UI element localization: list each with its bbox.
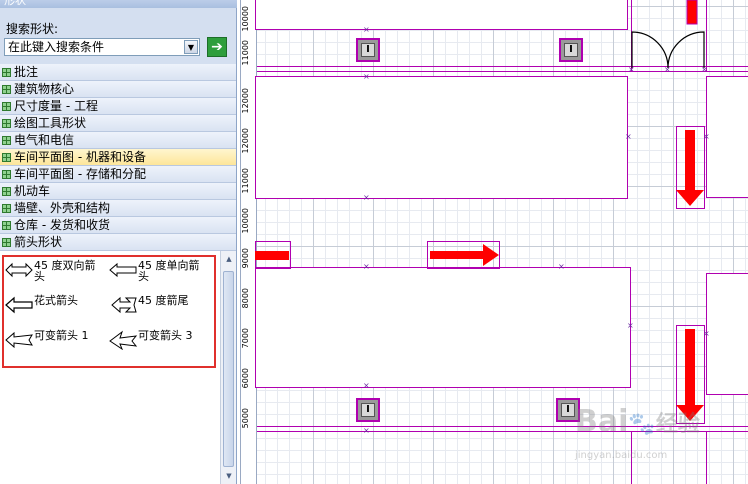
scroll-thumb[interactable] xyxy=(223,271,234,467)
scroll-up-icon[interactable]: ▲ xyxy=(224,254,234,264)
connection-point: × xyxy=(363,25,370,34)
connection-point: × xyxy=(627,321,634,330)
stencil-item[interactable]: 箭头形状 xyxy=(0,234,236,251)
search-input[interactable]: 在此键入搜索条件 ▼ xyxy=(4,38,200,56)
drawing-canvas[interactable]: I I I I × × × × × × × × × × × × × × Bai🐾… xyxy=(255,0,748,484)
ruler-label: 5000 xyxy=(241,408,250,429)
stencil-item[interactable]: 车间平面图 - 存储和分配 xyxy=(0,166,236,183)
shape-single-arrow[interactable]: 45 度单向箭头 xyxy=(108,260,210,290)
stencil-item[interactable]: 电气和电信 xyxy=(0,132,236,149)
stencil-list: 批注 建筑物核心 尺寸度量 - 工程 绘图工具形状 电气和电信 车间平面图 - … xyxy=(0,64,236,251)
shape-variable-arrow-1[interactable]: 可变箭头 1 xyxy=(4,330,106,360)
wall-line xyxy=(257,71,748,72)
scroll-down-icon[interactable]: ▼ xyxy=(224,471,234,481)
fancy-arrow-icon xyxy=(5,296,33,314)
shapes-scrollbar[interactable]: ▲ ▼ xyxy=(220,251,236,484)
stencil-item[interactable]: 墙壁、外壳和结构 xyxy=(0,200,236,217)
arrow-shape[interactable] xyxy=(681,0,705,26)
connection-point: × xyxy=(628,65,635,74)
stencil-item[interactable]: 仓库 - 发货和收货 xyxy=(0,217,236,234)
connection-point: × xyxy=(363,193,370,202)
connection-point: × xyxy=(363,72,370,81)
connection-point: × xyxy=(363,426,370,435)
connection-point: × xyxy=(703,329,710,338)
connection-point: × xyxy=(701,65,708,74)
shape-double-arrow[interactable]: 45 度双向箭头 xyxy=(4,260,106,290)
room[interactable] xyxy=(706,76,748,198)
expand-icon xyxy=(2,136,11,145)
shape-arrow-tail[interactable]: 45 度箭尾 xyxy=(108,295,210,325)
variable-arrow-3-icon xyxy=(109,330,138,350)
connection-point: × xyxy=(558,262,565,271)
room[interactable] xyxy=(255,76,628,199)
expand-icon xyxy=(2,170,11,179)
arrow-shape[interactable] xyxy=(255,241,293,269)
single-arrow-icon xyxy=(109,262,137,278)
expand-icon xyxy=(2,119,11,128)
green-arrow-right-icon: ➔ xyxy=(211,39,223,55)
panel-title: 形状 xyxy=(0,0,237,8)
expand-icon xyxy=(2,187,11,196)
chevron-down-icon[interactable]: ▼ xyxy=(184,40,198,54)
search-label: 搜索形状: xyxy=(6,22,59,36)
shapes-area: 45 度双向箭头 45 度单向箭头 花式箭头 45 度箭尾 可变箭头 1 可变箭… xyxy=(0,251,236,484)
search-placeholder: 在此键入搜索条件 xyxy=(8,40,105,54)
expand-icon xyxy=(2,238,11,247)
search-go-button[interactable]: ➔ xyxy=(207,37,227,57)
watermark-url: jingyan.baidu.com xyxy=(575,450,668,461)
double-door-icon[interactable] xyxy=(631,30,707,70)
connection-point: × xyxy=(363,262,370,271)
room[interactable] xyxy=(255,267,631,388)
shape-variable-arrow-3[interactable]: 可变箭头 3 xyxy=(108,330,210,360)
stencil-item[interactable]: 建筑物核心 xyxy=(0,81,236,98)
stencil-item[interactable]: 批注 xyxy=(0,64,236,81)
shapes-panel: 形状 搜索形状: 在此键入搜索条件 ▼ ➔ 批注 建筑物核心 尺寸度量 - 工程… xyxy=(0,0,237,484)
shape-fancy-arrow[interactable]: 花式箭头 xyxy=(4,295,106,325)
stencil-item[interactable]: 机动车 xyxy=(0,183,236,200)
arrow-right-shape[interactable] xyxy=(427,241,501,269)
expand-icon xyxy=(2,221,11,230)
expand-icon xyxy=(2,204,11,213)
connection-point: × xyxy=(363,381,370,390)
expand-icon xyxy=(2,102,11,111)
stencil-item-active[interactable]: 车间平面图 - 机器和设备 xyxy=(0,149,236,166)
room[interactable] xyxy=(255,0,628,30)
I-beam-column-icon[interactable]: I xyxy=(356,398,380,422)
I-beam-column-icon[interactable]: I xyxy=(559,38,583,62)
stencil-item[interactable]: 尺寸度量 - 工程 xyxy=(0,98,236,115)
variable-arrow-1-icon xyxy=(5,331,33,349)
watermark-logo: Bai🐾经验 xyxy=(575,404,700,439)
I-beam-column-icon[interactable]: I xyxy=(356,38,380,62)
ruler-label: 11000 xyxy=(241,40,250,66)
arrow-tail-icon xyxy=(111,296,137,314)
room[interactable] xyxy=(706,273,748,395)
connection-point: × xyxy=(625,132,632,141)
stencil-item[interactable]: 绘图工具形状 xyxy=(0,115,236,132)
ruler-label: 10000 xyxy=(241,208,250,234)
wall-line xyxy=(706,431,707,484)
connection-point: × xyxy=(703,132,710,141)
double-arrow-icon xyxy=(5,262,33,278)
connection-point: × xyxy=(664,65,671,74)
expand-icon xyxy=(2,68,11,77)
expand-icon xyxy=(2,85,11,94)
expand-icon xyxy=(2,153,11,162)
